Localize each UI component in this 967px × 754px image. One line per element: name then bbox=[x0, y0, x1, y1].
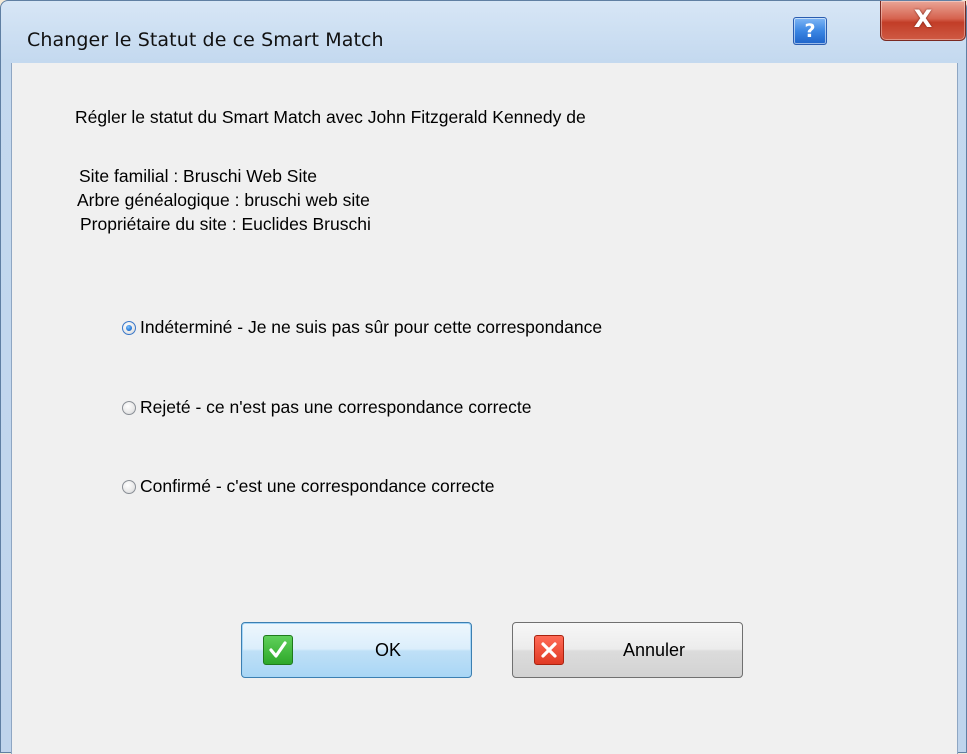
radio-rejected[interactable]: Rejeté - ce n'est pas une correspondance… bbox=[122, 397, 531, 418]
radio-rejected-label[interactable]: Rejeté - ce n'est pas une correspondance… bbox=[140, 397, 531, 418]
cross-icon bbox=[534, 635, 564, 665]
site-owner-label: Propriétaire du site : Euclides Bruschi bbox=[80, 214, 371, 234]
radio-unselected-icon[interactable] bbox=[122, 479, 136, 494]
radio-confirmed-label[interactable]: Confirmé - c'est une correspondance corr… bbox=[140, 476, 494, 497]
help-icon: ? bbox=[804, 20, 816, 42]
radio-undetermined[interactable]: Indéterminé - Je ne suis pas sûr pour ce… bbox=[122, 317, 602, 338]
radio-undetermined-label[interactable]: Indéterminé - Je ne suis pas sûr pour ce… bbox=[140, 317, 602, 338]
help-button[interactable]: ? bbox=[793, 17, 827, 45]
radio-selected-icon[interactable] bbox=[122, 320, 136, 335]
ok-button[interactable]: OK bbox=[241, 622, 472, 678]
ok-label: OK bbox=[375, 640, 402, 660]
radio-confirmed[interactable]: Confirmé - c'est une correspondance corr… bbox=[122, 476, 494, 497]
dialog-body: Régler le statut du Smart Match avec Joh… bbox=[11, 63, 958, 754]
cancel-button[interactable]: Annuler bbox=[512, 622, 743, 678]
close-icon: X bbox=[913, 5, 933, 33]
family-tree-label: Arbre généalogique : bruschi web site bbox=[77, 190, 370, 210]
family-site-label: Site familial : Bruschi Web Site bbox=[79, 166, 317, 186]
close-button[interactable]: X bbox=[880, 1, 966, 41]
cancel-label: Annuler bbox=[623, 640, 686, 660]
title-bar[interactable]: Changer le Statut de ce Smart Match ? X bbox=[1, 1, 966, 63]
dialog-window: Changer le Statut de ce Smart Match ? X … bbox=[0, 0, 967, 754]
checkmark-icon bbox=[263, 635, 293, 665]
radio-unselected-icon[interactable] bbox=[122, 400, 136, 415]
intro-text: Régler le statut du Smart Match avec Joh… bbox=[75, 107, 586, 127]
window-title: Changer le Statut de ce Smart Match bbox=[27, 29, 384, 51]
